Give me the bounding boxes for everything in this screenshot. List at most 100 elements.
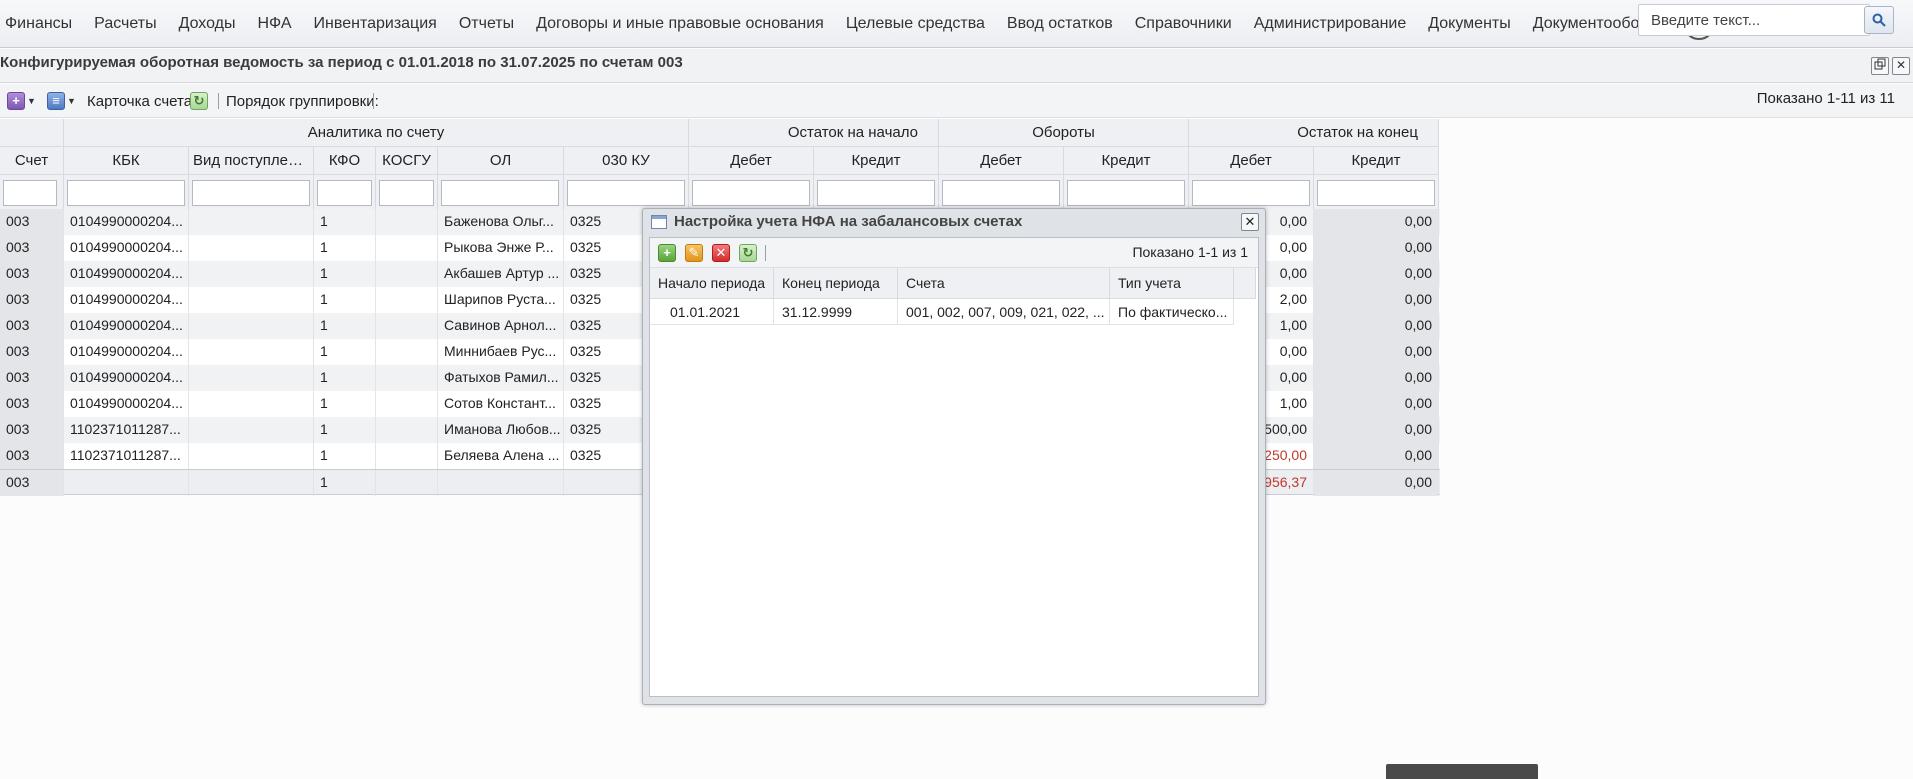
menu-documents[interactable]: Документы	[1417, 6, 1521, 42]
cell-kfo[interactable]: 1	[314, 391, 376, 417]
cell-ol[interactable]: Савинов Арнол...	[438, 313, 564, 339]
cell-kbk[interactable]: 0104990000204...	[64, 365, 189, 391]
cell-kbk[interactable]: 0104990000204...	[64, 313, 189, 339]
cell-receipt-type[interactable]	[189, 417, 314, 443]
cell-account[interactable]: 003	[0, 391, 64, 417]
col-header-account[interactable]: Счет	[0, 147, 64, 175]
cell-receipt-type[interactable]	[189, 235, 314, 261]
cell-closing-credit[interactable]: 0,00	[1314, 313, 1439, 339]
col-header-closing-debit[interactable]: Дебет	[1189, 147, 1314, 175]
cell-kbk[interactable]: 0104990000204...	[64, 209, 189, 235]
refresh-button[interactable]: ↻	[739, 244, 757, 262]
cell-kfo[interactable]: 1	[314, 287, 376, 313]
menu-settlements[interactable]: Расчеты	[83, 6, 167, 42]
cell-ol[interactable]: Фатыхов Рамил...	[438, 365, 564, 391]
edit-record-button[interactable]: ✎	[685, 244, 703, 262]
cell-closing-credit[interactable]: 0,00	[1314, 443, 1439, 469]
filter-kfo-input[interactable]	[317, 180, 372, 206]
filter-turnover-debit-input[interactable]	[942, 180, 1060, 206]
filter-closing-debit-input[interactable]	[1192, 180, 1310, 206]
col-header-kosgu[interactable]: КОСГУ	[376, 147, 438, 175]
cell-closing-credit[interactable]: 0,00	[1314, 365, 1439, 391]
col-header-opening-debit[interactable]: Дебет	[689, 147, 814, 175]
menu-nfa[interactable]: НФА	[247, 6, 303, 42]
cell-ol[interactable]: Шарипов Руста...	[438, 287, 564, 313]
col-header-accounting-type[interactable]: Тип учета	[1110, 268, 1234, 299]
cell-kbk[interactable]: 1102371011287...	[64, 443, 189, 469]
cell-receipt-type[interactable]	[189, 313, 314, 339]
cell-ol[interactable]: Акбашев Артур ...	[438, 261, 564, 287]
cell-closing-credit[interactable]: 0,00	[1314, 235, 1439, 261]
cell-kfo[interactable]: 1	[314, 365, 376, 391]
cell-account[interactable]: 003	[0, 287, 64, 313]
cell-receipt-type[interactable]	[189, 391, 314, 417]
restore-button[interactable]	[1871, 57, 1889, 75]
filter-receipt-type-input[interactable]	[192, 180, 310, 206]
cell-receipt-type[interactable]	[189, 470, 314, 496]
cell-closing-credit[interactable]: 0,00	[1314, 470, 1439, 496]
menu-directories[interactable]: Справочники	[1124, 6, 1243, 42]
cell-kosgu[interactable]	[376, 470, 438, 496]
add-dropdown-button[interactable]: + ▼	[7, 90, 36, 112]
cell-kosgu[interactable]	[376, 417, 438, 443]
account-card-button[interactable]: Карточка счета	[87, 90, 192, 112]
filter-opening-credit-input[interactable]	[817, 180, 935, 206]
cell-kbk[interactable]	[64, 470, 189, 496]
dialog-cell-period-start[interactable]: 01.01.2021	[650, 299, 774, 325]
cell-ol[interactable]: Иманова Любов...	[438, 417, 564, 443]
dialog-cell-accounting-type[interactable]: По фактическо...	[1110, 299, 1234, 325]
cell-account[interactable]: 003	[0, 470, 64, 496]
print-dropdown-button[interactable]: ≡ ▼	[47, 90, 76, 112]
dialog-cell-accounts[interactable]: 001, 002, 007, 009, 021, 022, ...	[898, 299, 1110, 325]
cell-account[interactable]: 003	[0, 261, 64, 287]
cell-kosgu[interactable]	[376, 313, 438, 339]
menu-administration[interactable]: Администрирование	[1243, 6, 1418, 42]
menu-contracts[interactable]: Договоры и иные правовые основания	[525, 6, 835, 42]
cell-closing-credit[interactable]: 0,00	[1314, 261, 1439, 287]
close-window-button[interactable]: ✕	[1892, 57, 1910, 75]
cell-kbk[interactable]: 0104990000204...	[64, 235, 189, 261]
col-header-receipt-type[interactable]: Вид поступлени...	[189, 147, 314, 175]
cell-kosgu[interactable]	[376, 339, 438, 365]
cell-kbk[interactable]: 0104990000204...	[64, 261, 189, 287]
cell-kfo[interactable]: 1	[314, 235, 376, 261]
cell-account[interactable]: 003	[0, 209, 64, 235]
filter-ol-input[interactable]	[441, 180, 559, 206]
menu-income[interactable]: Доходы	[168, 6, 247, 42]
cell-closing-credit[interactable]: 0,00	[1314, 209, 1439, 235]
cell-account[interactable]: 003	[0, 339, 64, 365]
cell-account[interactable]: 003	[0, 443, 64, 469]
col-header-opening-credit[interactable]: Кредит	[814, 147, 939, 175]
filter-030ku-input[interactable]	[567, 180, 685, 206]
dialog-close-button[interactable]: ✕	[1241, 213, 1259, 231]
col-header-period-end[interactable]: Конец периода	[774, 268, 898, 299]
menu-target-funds[interactable]: Целевые средства	[835, 6, 996, 42]
cell-account[interactable]: 003	[0, 417, 64, 443]
filter-closing-credit-input[interactable]	[1317, 180, 1435, 206]
cell-ol[interactable]: Баженова Ольг...	[438, 209, 564, 235]
cell-closing-credit[interactable]: 0,00	[1314, 391, 1439, 417]
cell-kfo[interactable]: 1	[314, 417, 376, 443]
cell-ol[interactable]: Миннибаев Рус...	[438, 339, 564, 365]
col-header-period-start[interactable]: Начало периода	[650, 268, 774, 299]
col-header-kfo[interactable]: КФО	[314, 147, 376, 175]
cell-kosgu[interactable]	[376, 365, 438, 391]
menu-opening-balances[interactable]: Ввод остатков	[996, 6, 1124, 42]
menu-reports[interactable]: Отчеты	[448, 6, 525, 42]
cell-ol[interactable]	[438, 470, 564, 496]
dialog-cell-period-end[interactable]: 31.12.9999	[774, 299, 898, 325]
menu-finance[interactable]: Финансы	[0, 6, 83, 42]
cell-closing-credit[interactable]: 0,00	[1314, 287, 1439, 313]
cell-account[interactable]: 003	[0, 313, 64, 339]
col-header-turnover-debit[interactable]: Дебет	[939, 147, 1064, 175]
cell-kbk[interactable]: 0104990000204...	[64, 339, 189, 365]
cell-kosgu[interactable]	[376, 235, 438, 261]
cell-closing-credit[interactable]: 0,00	[1314, 417, 1439, 443]
cell-kfo[interactable]: 1	[314, 339, 376, 365]
cell-kosgu[interactable]	[376, 261, 438, 287]
cell-closing-credit[interactable]: 0,00	[1314, 339, 1439, 365]
filter-kbk-input[interactable]	[67, 180, 185, 206]
cell-kbk[interactable]: 1102371011287...	[64, 417, 189, 443]
filter-turnover-credit-input[interactable]	[1067, 180, 1185, 206]
search-button[interactable]	[1864, 6, 1894, 34]
